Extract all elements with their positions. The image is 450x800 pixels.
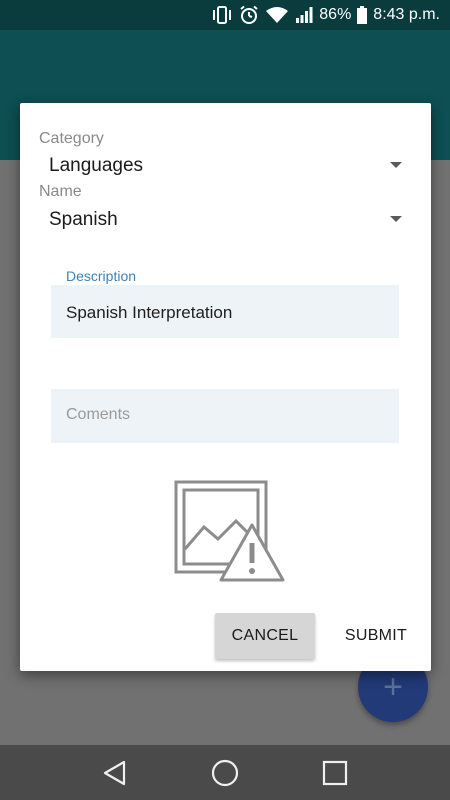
category-label: Category	[39, 130, 104, 147]
wifi-icon	[265, 6, 289, 24]
name-value[interactable]: Spanish	[49, 209, 118, 231]
category-dropdown-icon[interactable]	[390, 162, 402, 168]
battery-icon	[357, 6, 368, 24]
signal-icon	[295, 6, 313, 24]
description-label: Description	[66, 268, 137, 284]
back-icon[interactable]	[95, 753, 135, 793]
description-field[interactable]: Description Spanish Interpretation	[51, 268, 399, 338]
battery-percent: 86%	[319, 6, 352, 23]
alarm-icon	[239, 5, 259, 25]
name-label: Name	[39, 183, 82, 200]
description-value[interactable]: Spanish Interpretation	[66, 303, 232, 323]
category-value[interactable]: Languages	[49, 155, 143, 177]
comments-field[interactable]: Coments	[51, 389, 399, 443]
recents-icon[interactable]	[315, 753, 355, 793]
home-icon[interactable]	[205, 753, 245, 793]
status-bar: 86% 8:43 p.m.	[0, 0, 450, 30]
cancel-button[interactable]: CANCEL	[215, 613, 315, 659]
clock: 8:43 p.m.	[373, 6, 440, 23]
name-dropdown-icon[interactable]	[390, 216, 402, 222]
navigation-bar	[0, 745, 450, 800]
broken-image-icon[interactable]	[174, 479, 286, 583]
submit-button[interactable]: SUBMIT	[331, 613, 421, 659]
plus-icon: +	[383, 667, 403, 706]
add-item-dialog: Category Languages Name Spanish Descript…	[20, 103, 431, 671]
comments-placeholder[interactable]: Coments	[66, 406, 130, 424]
vibrate-icon	[211, 6, 233, 24]
